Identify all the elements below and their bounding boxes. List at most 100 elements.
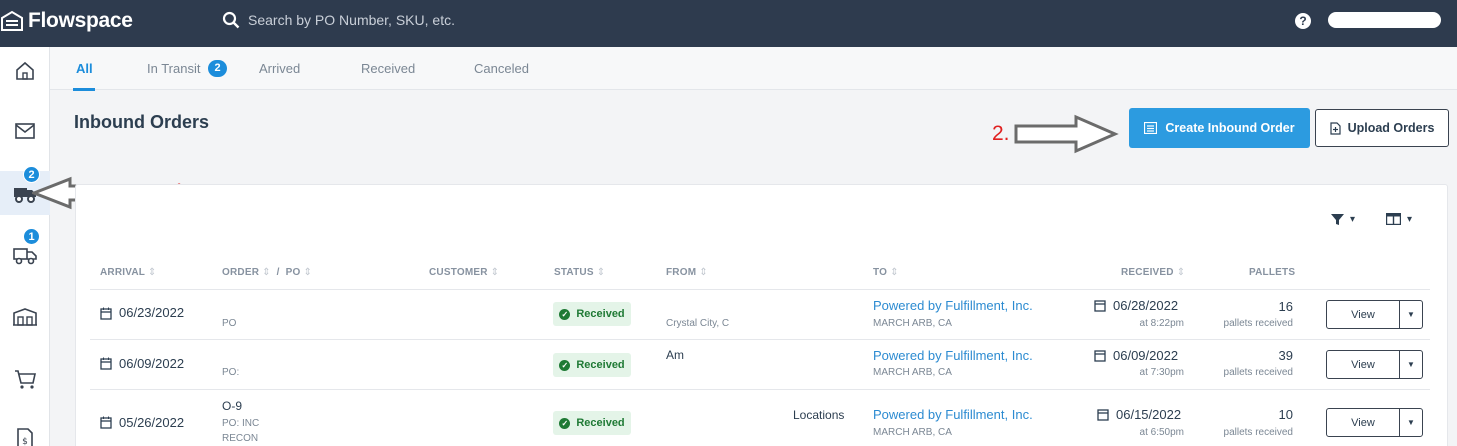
filter-button[interactable]: ▾ (1331, 213, 1355, 226)
outbound-badge: 1 (23, 228, 40, 245)
cart-icon (15, 370, 36, 389)
column-header-pallets: PALLETS (1249, 267, 1296, 278)
search-bar[interactable]: Search by PO Number, SKU, etc. (222, 11, 455, 29)
to-city: MARCH ARB, CA (873, 427, 952, 438)
create-inbound-order-button[interactable]: Create Inbound Order (1129, 108, 1310, 148)
help-icon[interactable]: ? (1295, 13, 1311, 29)
received-date: 06/09/2022 (1113, 348, 1179, 363)
received-date: 06/28/2022 (1113, 298, 1179, 313)
calendar-icon (1094, 350, 1106, 362)
column-header-arrival[interactable]: ARRIVAL ⇕ (100, 267, 157, 278)
received-time: at 8:22pm (1139, 318, 1184, 329)
to-city: MARCH ARB, CA (873, 318, 952, 329)
to-location-link[interactable]: Powered by Fulfillment, Inc. (873, 407, 1033, 422)
view-order-button[interactable]: View ▼ (1326, 408, 1423, 437)
sidebar: 2 1 $ (0, 47, 50, 446)
inbox-icon (15, 123, 35, 139)
status-badge: ✓ Received (553, 302, 631, 326)
search-icon (222, 11, 240, 29)
warehouse-logo-icon (0, 10, 23, 31)
document-icon: $ (17, 428, 33, 446)
view-order-button[interactable]: View ▼ (1326, 350, 1423, 379)
chevron-down-icon[interactable]: ▼ (1400, 301, 1422, 328)
pallets-label: pallets received (1223, 318, 1293, 329)
calendar-icon (100, 307, 112, 320)
tab-received[interactable]: Received (361, 61, 415, 76)
calendar-icon (100, 357, 112, 370)
chevron-down-icon[interactable]: ▼ (1400, 351, 1422, 378)
pallet-count: 39 (1278, 348, 1293, 363)
upload-orders-button[interactable]: Upload Orders (1315, 109, 1449, 147)
columns-icon (1386, 213, 1401, 225)
tab-arrived[interactable]: Arrived (259, 61, 300, 76)
received-time: at 6:50pm (1139, 427, 1184, 438)
create-button-label: Create Inbound Order (1165, 121, 1295, 135)
filter-icon (1331, 214, 1344, 225)
calendar-icon (1097, 409, 1109, 421)
calendar-icon (1094, 300, 1106, 312)
pallet-count: 10 (1278, 407, 1293, 422)
column-header-status[interactable]: STATUS ⇕ (554, 267, 605, 278)
sidebar-item-warehouse[interactable] (0, 295, 50, 339)
to-location-link[interactable]: Powered by Fulfillment, Inc. (873, 348, 1033, 363)
sidebar-item-cart[interactable] (0, 357, 50, 401)
arrival-date: 05/26/2022 (119, 415, 185, 430)
upload-file-icon (1329, 121, 1341, 135)
received-date: 06/15/2022 (1116, 407, 1182, 422)
annotation-label-2: 2. (992, 122, 1010, 145)
tab-canceled[interactable]: Canceled (474, 61, 529, 76)
po-number-line2: RECON (222, 433, 259, 444)
column-header-customer[interactable]: CUSTOMER ⇕ (429, 267, 499, 278)
active-tab-indicator (73, 88, 95, 91)
po-number: PO: INC (222, 418, 260, 429)
view-order-button[interactable]: View ▼ (1326, 300, 1423, 329)
tab-all[interactable]: All (76, 61, 93, 76)
order-number[interactable]: O-9 (222, 399, 242, 413)
status-badge: ✓ Received (553, 353, 631, 377)
upload-button-label: Upload Orders (1347, 121, 1435, 135)
chevron-down-icon[interactable]: ▼ (1400, 409, 1422, 436)
sidebar-item-inbox[interactable] (0, 109, 50, 153)
column-header-received[interactable]: RECEIVED ⇕ (1121, 267, 1185, 278)
po-number: PO: (222, 367, 240, 378)
page-title: Inbound Orders (74, 112, 209, 132)
po-number: PO (222, 318, 237, 329)
from-location: Am (666, 348, 684, 362)
sidebar-item-home[interactable] (0, 49, 50, 93)
top-navbar: Flowspace Search by PO Number, SKU, etc.… (0, 0, 1457, 47)
received-time: at 7:30pm (1139, 367, 1184, 378)
pallet-count: 16 (1278, 299, 1293, 314)
user-menu[interactable] (1328, 12, 1441, 28)
status-badge: ✓ Received (553, 411, 631, 435)
to-city: MARCH ARB, CA (873, 367, 952, 378)
from-location: Locations (793, 408, 845, 422)
home-icon (16, 61, 34, 80)
row-divider (90, 339, 1430, 340)
check-circle-icon: ✓ (559, 308, 571, 320)
chevron-down-icon: ▾ (1407, 213, 1413, 225)
from-city: Crystal City, C (666, 318, 730, 329)
header-divider (90, 289, 1430, 290)
warehouse-icon (13, 308, 37, 326)
list-icon (1144, 122, 1158, 134)
in-transit-badge: 2 (208, 60, 227, 77)
app-logo[interactable]: Flowspace (0, 9, 133, 33)
row-divider (90, 389, 1430, 390)
tab-in-transit[interactable]: In Transit (147, 61, 200, 76)
column-header-order[interactable]: ORDER ⇕ / PO ⇕ (222, 267, 312, 278)
search-placeholder[interactable]: Search by PO Number, SKU, etc. (248, 12, 455, 28)
annotation-arrow-right (1014, 114, 1119, 154)
app-name: Flowspace (28, 9, 133, 32)
sidebar-item-documents[interactable]: $ (0, 417, 50, 446)
columns-button[interactable]: ▾ (1386, 213, 1412, 225)
column-header-from[interactable]: FROM ⇕ (666, 267, 708, 278)
status-tabs: All In Transit 2 Arrived Received Cancel… (50, 47, 1457, 91)
column-header-to[interactable]: TO ⇕ (873, 267, 899, 278)
outbound-truck-icon (13, 248, 37, 265)
to-location-link[interactable]: Powered by Fulfillment, Inc. (873, 298, 1033, 313)
pallets-label: pallets received (1223, 367, 1293, 378)
check-circle-icon: ✓ (559, 417, 571, 429)
chevron-down-icon: ▾ (1350, 214, 1356, 225)
arrival-date: 06/09/2022 (119, 356, 185, 371)
pallets-label: pallets received (1223, 427, 1293, 438)
